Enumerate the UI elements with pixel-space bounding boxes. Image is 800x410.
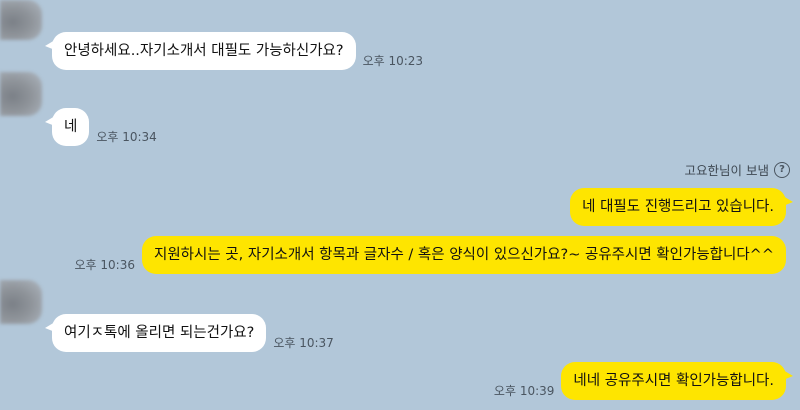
message-time: 오후 10:37 [273,336,334,350]
question-circle-icon[interactable]: ? [774,161,790,178]
message-time: 오후 10:36 [74,258,135,272]
message-bubble[interactable]: 안녕하세요..자기소개서 대필도 가능하신가요? [45,32,356,70]
chat-window: 안녕하세요..자기소개서 대필도 가능하신가요? 오후 10:23 네 오후 1… [0,0,800,410]
message-row: 네 오후 10:34 [44,108,164,146]
message-time: 오후 10:23 [362,54,424,68]
message-row: 안녕하세요..자기소개서 대필도 가능하신가요? 오후 10:23 [45,32,430,70]
message-text: 안녕하세요..자기소개서 대필도 가능하신가요? [64,43,344,59]
message-text: 네 대필도 진행드리고 있습니다. [582,199,774,215]
message-bubble[interactable]: 네네 공유주시면 확인가능합니다. [561,362,793,400]
message-time: 오후 10:34 [96,130,157,144]
message-bubble[interactable]: 지원하시는 곳, 자기소개서 항목과 글자수 / 혹은 양식이 있으신가요?~ … [142,236,786,274]
avatar[interactable] [0,280,42,324]
message-text: 네 [64,119,78,135]
message-bubble[interactable]: 여기ㅈ톡에 올리면 되는건가요? [44,314,267,352]
sender-note: 고요한님이 보냄 ? [685,160,790,179]
message-bubble[interactable]: 네 [44,108,90,146]
avatar[interactable] [0,0,42,40]
message-row: 네 대필도 진행드리고 있습니다. [570,188,793,226]
sender-note-label: 고요한님이 보냄 [684,163,769,178]
message-row: 오후 10:36 지원하시는 곳, 자기소개서 항목과 글자수 / 혹은 양식이… [68,236,786,274]
message-row: 오후 10:39 네네 공유주시면 확인가능합니다. [487,362,793,400]
message-bubble[interactable]: 네 대필도 진행드리고 있습니다. [570,188,793,226]
message-time: 오후 10:39 [493,384,555,398]
message-text: 네네 공유주시면 확인가능합니다. [573,373,774,389]
avatar[interactable] [0,72,42,116]
message-row: 여기ㅈ톡에 올리면 되는건가요? 오후 10:37 [44,314,341,352]
message-text: 여기ㅈ톡에 올리면 되는건가요? [64,325,255,341]
message-text: 지원하시는 곳, 자기소개서 항목과 글자수 / 혹은 양식이 있으신가요?~ … [154,247,774,263]
